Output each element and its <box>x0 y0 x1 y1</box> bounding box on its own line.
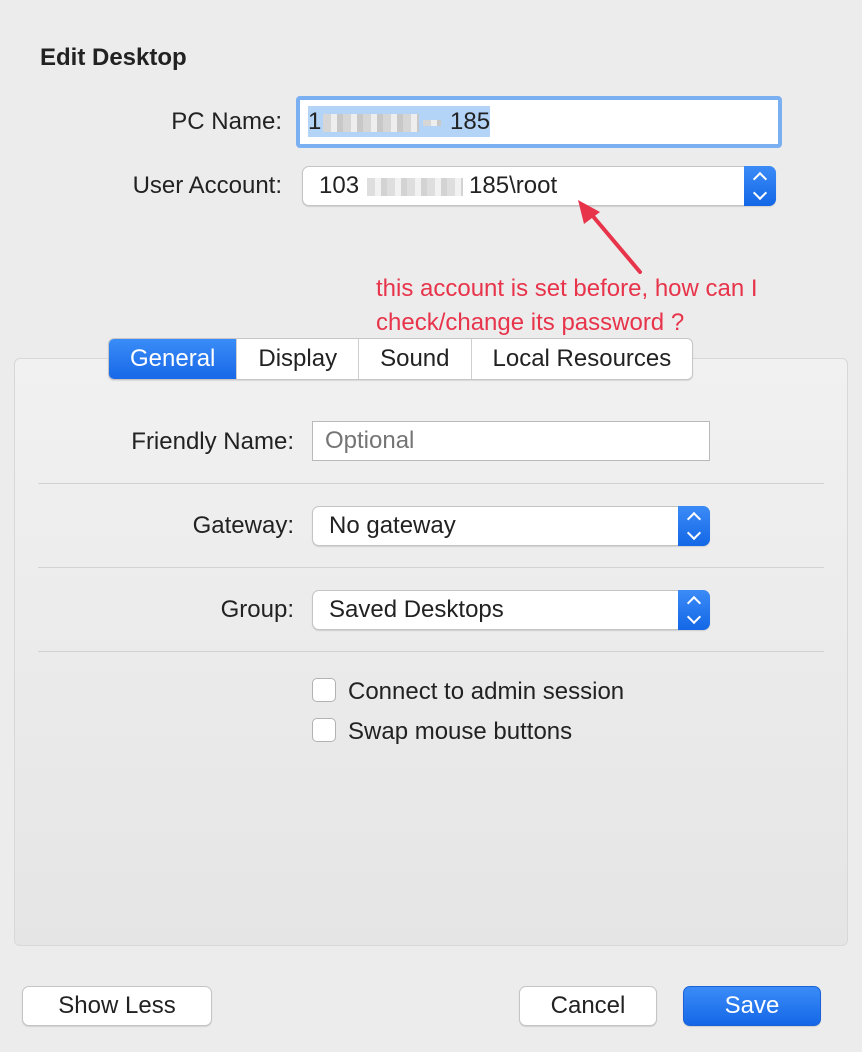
user-account-popup[interactable]: 103 185\root <box>302 166 776 206</box>
pc-name-label: PC Name: <box>171 108 282 135</box>
user-account-value-suffix: 185\root <box>469 172 558 199</box>
gateway-label: Gateway: <box>192 512 294 539</box>
admin-session-checkbox[interactable] <box>312 678 336 702</box>
gateway-value: No gateway <box>329 512 456 539</box>
redaction-mark <box>323 113 420 132</box>
pc-name-field[interactable]: 1 185 <box>300 100 778 144</box>
tab-sound[interactable]: Sound <box>359 339 472 379</box>
save-button[interactable]: Save <box>683 986 821 1026</box>
annotation-text-line1: this account is set before, how can I <box>376 275 758 302</box>
swap-mouse-checkbox[interactable] <box>312 718 336 742</box>
user-account-value-prefix: 103 <box>319 172 360 199</box>
redaction-mark <box>423 119 442 126</box>
separator <box>38 567 824 568</box>
user-account-label: User Account: <box>132 172 282 199</box>
pc-name-value-suffix: 185 <box>450 108 491 135</box>
group-stepper-icon <box>678 590 710 630</box>
tab-bar: General Display Sound Local Resources <box>108 338 694 380</box>
group-popup[interactable]: Saved Desktops <box>312 590 710 630</box>
tab-local-resources[interactable]: Local Resources <box>472 339 693 379</box>
gateway-stepper-icon <box>678 506 710 546</box>
separator <box>38 483 824 484</box>
swap-mouse-label[interactable]: Swap mouse buttons <box>348 718 572 746</box>
redaction-mark <box>367 177 464 196</box>
group-value: Saved Desktops <box>329 596 504 623</box>
separator <box>38 651 824 652</box>
gateway-popup[interactable]: No gateway <box>312 506 710 546</box>
user-account-stepper-icon <box>744 166 776 206</box>
dialog-title: Edit Desktop <box>40 44 187 71</box>
annotation-arrow-icon <box>578 200 642 274</box>
cancel-button[interactable]: Cancel <box>519 986 657 1026</box>
admin-session-label[interactable]: Connect to admin session <box>348 678 624 706</box>
pc-name-value-prefix: 1 <box>308 108 322 135</box>
tab-general[interactable]: General <box>109 339 238 379</box>
show-less-button[interactable]: Show Less <box>22 986 212 1026</box>
annotation-text-line2: check/change its password ? <box>376 309 685 336</box>
friendly-name-label: Friendly Name: <box>131 428 294 455</box>
friendly-name-input[interactable] <box>312 421 710 461</box>
tab-display[interactable]: Display <box>237 339 360 379</box>
group-label: Group: <box>220 596 294 623</box>
